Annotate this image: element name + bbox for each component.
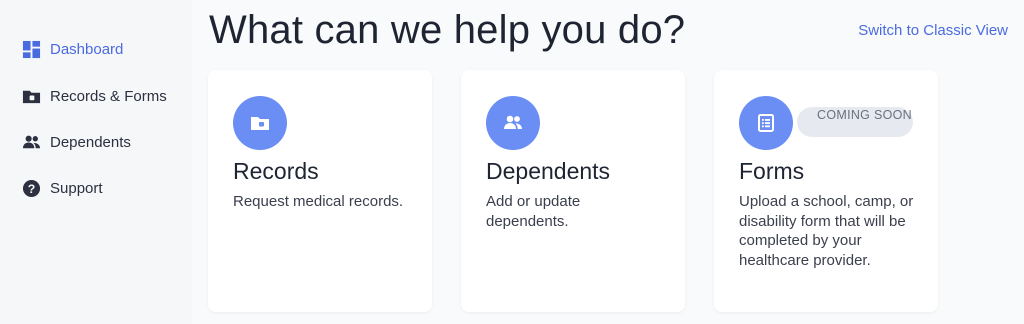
help-icon: ? [22,179,41,198]
sidebar-item-label: Dashboard [50,40,124,58]
sidebar-item-label: Records & Forms [50,87,167,105]
sidebar-item-label: Support [50,179,103,197]
main-content: What can we help you do? Switch to Class… [192,0,1024,324]
switch-classic-view-link[interactable]: Switch to Classic View [858,22,1008,39]
folder-icon [22,87,41,106]
sidebar-item-dependents[interactable]: Dependents [22,130,131,154]
sidebar-item-support[interactable]: ? Support [22,176,103,200]
folder-icon [233,96,287,150]
page-title: What can we help you do? [209,8,686,52]
card-title: Forms [739,158,805,184]
card-description: Add or update dependents. [486,193,581,230]
people-icon [486,96,540,150]
card-title: Records [233,158,319,184]
sidebar-item-records-forms[interactable]: Records & Forms [22,84,167,108]
sidebar-item-dashboard[interactable]: Dashboard [22,37,123,61]
forms-card[interactable]: COMING SOON Forms Upload a school, camp,… [714,70,938,312]
dashboard-icon [22,40,41,59]
card-description: Request medical records. [233,193,404,210]
dependents-card[interactable]: Dependents Add or update dependents. [461,70,685,312]
card-title: Dependents [486,158,611,184]
records-card[interactable]: Records Request medical records. [208,70,432,312]
svg-text:?: ? [28,181,36,195]
card-description: Upload a school, camp, or disability for… [739,193,914,269]
sidebar-item-label: Dependents [50,133,131,151]
people-icon [22,133,41,152]
form-icon [739,96,793,150]
sidebar: Dashboard Records & Forms Dependents ? S… [0,0,192,324]
app-root: Dashboard Records & Forms Dependents ? S… [0,0,1024,324]
coming-soon-badge: COMING SOON [797,107,913,137]
